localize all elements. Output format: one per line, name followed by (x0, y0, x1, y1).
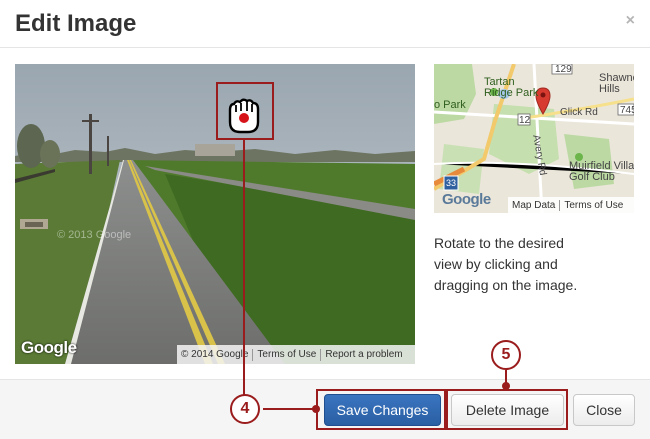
route-745-label: 745 (620, 105, 634, 116)
copyright-text: © 2014 Google (181, 349, 249, 360)
map-google-logo: Google (442, 191, 491, 208)
annotation-box-delete (446, 389, 568, 430)
annotation-line-horizontal (263, 408, 317, 410)
map-data-link[interactable]: Map Data (508, 200, 559, 211)
location-minimap[interactable]: 129 Tartan Ridge Park o Park Shawne Hill… (434, 64, 634, 213)
streetview-panorama[interactable]: © 2013 Google Google © 2014 Google Terms… (15, 64, 415, 364)
google-logo: Google (21, 338, 77, 357)
route-33-label: 33 (446, 178, 457, 188)
close-icon[interactable]: × (626, 12, 635, 30)
report-problem-link[interactable]: Report a problem (321, 349, 406, 360)
terms-of-use-link[interactable]: Terms of Use (253, 349, 320, 360)
tartan-ridge-park-label: Tartan Ridge Park (484, 76, 539, 99)
instructions-text: Rotate to the desired view by clicking a… (434, 235, 578, 293)
streetview-scene (15, 64, 415, 364)
dialog-title: Edit Image (15, 10, 137, 37)
annotation-box-cursor (216, 82, 274, 140)
park-label: o Park (434, 99, 466, 111)
streetview-attribution: © 2014 Google Terms of Use Report a prob… (177, 345, 415, 364)
shawnee-hills-label: Shawne Hills (599, 72, 634, 95)
muirfield-golf-label: Muirfield Village Golf Club (569, 160, 634, 183)
streetview-watermark: © 2013 Google (57, 229, 132, 241)
glick-rd-label: Glick Rd (560, 107, 598, 118)
close-button[interactable]: Close (573, 394, 635, 426)
route-12-label: 12 (519, 115, 531, 126)
annotation-box-save (316, 389, 446, 430)
annotation-marker-5: 5 (491, 340, 521, 370)
dialog-header: Edit Image × (0, 0, 650, 48)
annotation-line-vertical (243, 140, 245, 409)
annotation-marker-4: 4 (230, 394, 260, 424)
edit-image-dialog: Edit Image × © 2013 Google Google © 2014… (0, 0, 650, 439)
route-129-label: 129 (555, 64, 572, 75)
map-terms-link[interactable]: Terms of Use (560, 200, 627, 211)
map-attribution: Map Data Terms of Use (508, 197, 634, 213)
